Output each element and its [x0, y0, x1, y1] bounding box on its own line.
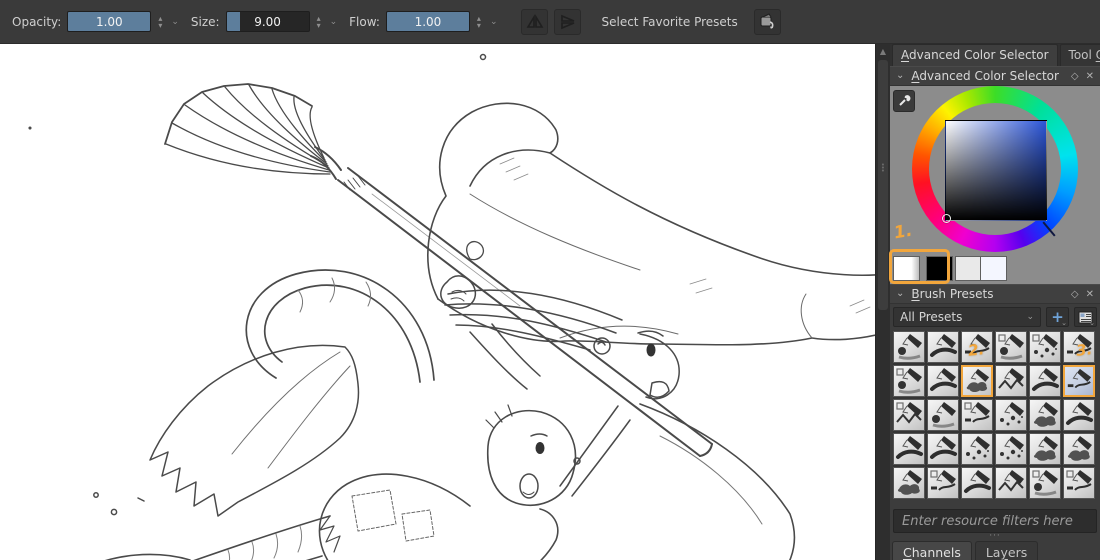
add-tag-button[interactable]: + ⌄: [1046, 307, 1069, 327]
splitter-handle[interactable]: ···: [890, 532, 1100, 541]
brush-preset-thumbnail[interactable]: [961, 467, 993, 499]
brush-preset-thumbnail[interactable]: [1029, 399, 1061, 431]
preset-tag-combobox[interactable]: All Presets ⌄: [893, 307, 1041, 327]
collapse-icon[interactable]: ⌄: [896, 289, 904, 299]
flow-spinner[interactable]: ▴ ▾: [476, 14, 482, 29]
brush-preset-thumbnail[interactable]: [1029, 467, 1061, 499]
brush-preset-thumbnail[interactable]: [995, 331, 1027, 363]
color-swatch-row: [889, 249, 1100, 284]
flow-label: Flow:: [349, 14, 380, 29]
brush-preset-thumbnail[interactable]: [1063, 365, 1095, 397]
brush-preset-thumbnail[interactable]: [1063, 467, 1095, 499]
annotation-3: 3.: [1075, 340, 1094, 360]
saturation-value-square[interactable]: [945, 120, 1047, 221]
brush-preset-thumbnail[interactable]: [893, 467, 925, 499]
opacity-label: Opacity:: [12, 14, 62, 29]
display-mode-button[interactable]: ⌄: [1074, 307, 1097, 327]
selector-settings-button[interactable]: [893, 90, 915, 112]
brush-preset-thumbnail[interactable]: [927, 467, 959, 499]
float-docker-icon[interactable]: ◇: [1071, 71, 1079, 82]
recent-color-swatch[interactable]: [955, 256, 982, 281]
brush-preset-thumbnail[interactable]: [995, 399, 1027, 431]
brush-preset-thumbnail[interactable]: [1063, 433, 1095, 465]
flow-dropdown-icon[interactable]: ⌄: [488, 17, 500, 27]
brush-preset-thumbnail[interactable]: [995, 467, 1027, 499]
brush-preset-thumbnail[interactable]: [961, 399, 993, 431]
advanced-color-selector[interactable]: 1.: [890, 86, 1100, 253]
tab-tool-options[interactable]: Tool Options: [1059, 44, 1100, 66]
tag-combobox-value: All Presets: [900, 310, 963, 324]
bottom-docker-tabs: Channels Layers: [890, 540, 1100, 560]
brush-preset-icon: [760, 12, 774, 29]
brush-preset-thumbnail[interactable]: [995, 433, 1027, 465]
brush-preset-thumbnail[interactable]: [961, 365, 993, 397]
annotation-1: 1.: [892, 220, 914, 244]
chevron-down-icon: ⌄: [1089, 319, 1095, 327]
tab-layers[interactable]: Layers: [974, 541, 1039, 560]
brush-grid: [893, 331, 1095, 499]
float-docker-icon[interactable]: ◇: [1071, 289, 1079, 300]
canvas-vertical-scrollbar[interactable]: ▲ • • •: [875, 44, 890, 560]
scrollbar-grip-dots: • • •: [880, 161, 886, 175]
mirror-vertical-button[interactable]: [554, 8, 582, 35]
brush-preset-thumbnail[interactable]: [893, 399, 925, 431]
opacity-slider[interactable]: 1.00: [67, 11, 152, 32]
favorite-presets-button[interactable]: [753, 8, 781, 35]
docker-tabbar: Advanced Color Selector Tool Options: [890, 44, 1100, 66]
wrench-icon: [899, 95, 911, 106]
brush-docker-title: Brush Presets: [911, 287, 994, 301]
collapse-icon[interactable]: ⌄: [896, 71, 904, 81]
flow-value: 1.00: [414, 14, 442, 29]
brush-preset-thumbnail[interactable]: [961, 433, 993, 465]
opacity-dropdown-icon[interactable]: ⌄: [169, 17, 181, 27]
opacity-value: 1.00: [95, 14, 123, 29]
mirror-vertical-icon: [561, 14, 575, 29]
color-docker-title: Advanced Color Selector: [911, 69, 1059, 83]
brush-preset-thumbnail[interactable]: [893, 365, 925, 397]
brush-preset-thumbnail[interactable]: [1063, 399, 1095, 431]
size-label: Size:: [190, 14, 220, 29]
favorite-presets-label: Select Favorite Presets: [601, 14, 738, 29]
size-value: 9.00: [254, 14, 281, 29]
witch-sketch-drawing: [28, 53, 875, 560]
tab-channels[interactable]: Channels: [892, 541, 972, 560]
mirror-horizontal-icon: [526, 13, 544, 28]
brush-preset-thumbnail[interactable]: [1029, 331, 1061, 363]
annotation-highlight-box-1: [889, 249, 950, 284]
mirror-horizontal-button[interactable]: [521, 8, 549, 35]
brush-preset-thumbnail[interactable]: [927, 433, 959, 465]
size-slider[interactable]: 9.00: [225, 11, 310, 32]
size-spinner[interactable]: ▴ ▾: [316, 14, 322, 29]
chevron-down-icon: ⌄: [1061, 319, 1067, 327]
right-dock-panel: Advanced Color Selector Tool Options ⌄ A…: [889, 44, 1100, 560]
resource-filter-input[interactable]: [893, 509, 1097, 533]
brush-preset-thumbnail[interactable]: [927, 399, 959, 431]
canvas[interactable]: [0, 44, 875, 560]
chevron-down-icon: ⌄: [1026, 312, 1034, 322]
opacity-spinner[interactable]: ▴ ▾: [157, 14, 163, 29]
brush-preset-thumbnail[interactable]: [995, 365, 1027, 397]
close-docker-icon[interactable]: ✕: [1086, 71, 1094, 82]
flow-slider[interactable]: 1.00: [385, 11, 470, 32]
brush-preset-thumbnail[interactable]: [1029, 433, 1061, 465]
brush-preset-thumbnail[interactable]: [927, 365, 959, 397]
brush-grid-wrap: 2. 3.: [890, 329, 1100, 501]
sv-cursor[interactable]: [942, 214, 951, 223]
brush-preset-thumbnail[interactable]: [1029, 365, 1061, 397]
brush-preset-thumbnail[interactable]: [893, 331, 925, 363]
tab-advanced-color-selector[interactable]: Advanced Color Selector: [892, 44, 1058, 66]
close-docker-icon[interactable]: ✕: [1086, 289, 1094, 300]
resource-filter-row: [890, 501, 1100, 533]
brush-preset-thumbnail[interactable]: [927, 331, 959, 363]
annotation-2: 2.: [967, 340, 986, 360]
scrollbar-thumb[interactable]: [878, 60, 888, 310]
brush-preset-thumbnail[interactable]: [893, 433, 925, 465]
size-dropdown-icon[interactable]: ⌄: [328, 17, 340, 27]
brush-docker-titlebar: ⌄ Brush Presets ◇ ✕: [890, 284, 1100, 304]
brush-controls-row: All Presets ⌄ + ⌄ ⌄: [890, 304, 1100, 329]
recent-color-swatch[interactable]: [980, 256, 1007, 281]
top-toolbar: Opacity: 1.00 ▴ ▾ ⌄ Size: 9.00 ▴ ▾ ⌄ Flow:…: [0, 0, 1100, 44]
color-docker-titlebar: ⌄ Advanced Color Selector ◇ ✕: [890, 66, 1100, 86]
scroll-up-icon[interactable]: ▲: [876, 44, 890, 56]
